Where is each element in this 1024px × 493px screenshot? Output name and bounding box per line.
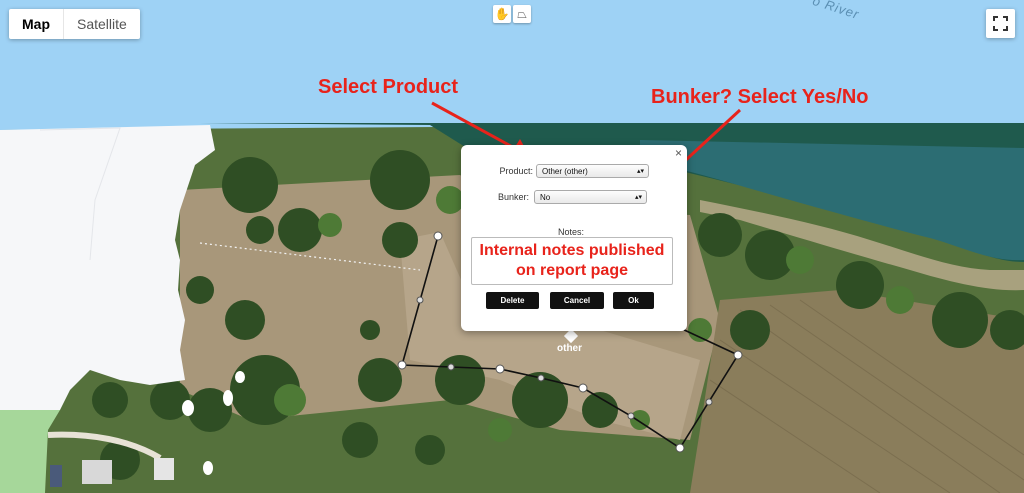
notes-label: Notes: [558,227,585,237]
fullscreen-icon [993,16,1008,31]
annotation-bunker: Bunker? Select Yes/No [651,86,869,108]
notes-textarea[interactable]: Internal notes published on report page [471,237,673,285]
annotation-select-product: Select Product [318,76,459,98]
ok-button[interactable]: Ok [613,292,654,309]
product-label: Product: [499,166,533,176]
select-arrows-icon: ▴▾ [636,168,644,175]
product-select-value: Other (other) [542,167,588,176]
polygon-label[interactable]: other [557,343,582,354]
cancel-button[interactable]: Cancel [550,292,604,309]
delete-button[interactable]: Delete [486,292,539,309]
map-type-satellite-button[interactable]: Satellite [64,9,140,39]
bunker-select-value: No [540,193,551,202]
polygon-icon[interactable]: ⏢ [513,5,531,23]
drawing-tools: ✋ ⏢ [493,5,531,23]
hand-icon[interactable]: ✋ [493,5,511,23]
select-arrows-icon: ▴▾ [634,194,642,201]
map-type-control: Map Satellite [9,9,140,39]
fullscreen-button[interactable] [986,9,1015,38]
feature-dialog: × Product: Other (other) ▴▾ Bunker: No ▴… [461,145,687,331]
bunker-label: Bunker: [497,192,529,202]
bunker-select[interactable]: No ▴▾ [534,190,647,204]
close-icon[interactable]: × [675,146,682,160]
product-select[interactable]: Other (other) ▴▾ [536,164,649,178]
map-type-map-button[interactable]: Map [9,9,64,39]
